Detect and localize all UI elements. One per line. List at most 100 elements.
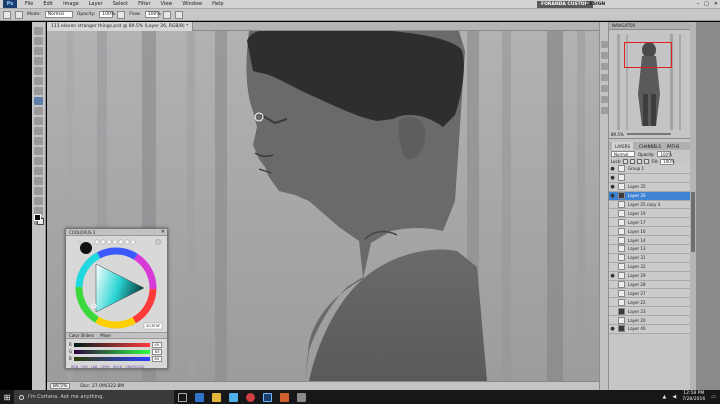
brush-tool-icon[interactable] — [34, 97, 43, 105]
layer-name[interactable]: Layer 28 — [628, 282, 646, 287]
visibility-eye-icon[interactable] — [609, 307, 616, 315]
visibility-eye-icon[interactable]: ● — [609, 192, 616, 200]
layer-blend-mode-select[interactable]: Normal — [611, 151, 635, 157]
store-icon[interactable] — [229, 392, 238, 402]
healing-tool-icon[interactable] — [34, 87, 43, 95]
mode-lab[interactable]: LAB — [91, 365, 97, 369]
layer-name[interactable]: Group 1 — [628, 166, 644, 171]
pressure-size-icon[interactable] — [174, 10, 183, 19]
visibility-eye-icon[interactable] — [609, 201, 616, 209]
task-view-icon[interactable] — [178, 392, 187, 402]
layer-row[interactable]: Layer 32 — [609, 262, 690, 272]
layer-name[interactable]: Layer 23 — [628, 309, 646, 314]
layer-row[interactable]: Layer 28 — [609, 280, 690, 290]
layer-name[interactable]: Layer 19 — [628, 211, 646, 216]
navigator-view-box[interactable] — [624, 42, 672, 68]
layer-name[interactable]: Layer 31 — [628, 255, 646, 260]
layer-name[interactable]: Layer 40 — [628, 326, 646, 331]
layer-thumbnail[interactable] — [618, 325, 625, 333]
mode-select[interactable]: Normal — [44, 11, 73, 18]
photoshop-taskbar-icon[interactable] — [263, 392, 272, 402]
layer-thumbnail[interactable] — [618, 298, 625, 306]
visibility-eye-icon[interactable] — [609, 254, 616, 262]
close-icon[interactable]: ✕ — [161, 229, 165, 235]
visibility-eye-icon[interactable] — [609, 245, 616, 253]
tab-color-sliders[interactable]: Color Sliders — [69, 333, 94, 338]
tab-channels[interactable]: CHANNELS — [639, 144, 661, 149]
menu-help[interactable]: Help — [207, 1, 228, 7]
slider-g[interactable] — [74, 349, 151, 354]
layer-thumbnail[interactable] — [618, 272, 625, 280]
menu-edit[interactable]: Edit — [38, 1, 58, 7]
workspace-design-button[interactable]: DESIGN — [582, 1, 609, 8]
edge-icon[interactable] — [195, 392, 204, 402]
layer-row[interactable]: Layer 27 — [609, 289, 690, 299]
airbrush-icon[interactable] — [162, 10, 171, 19]
volume-icon[interactable]: ◀ — [672, 394, 676, 400]
clone-source-panel-icon[interactable] — [600, 74, 608, 81]
flow-field[interactable]: 100% — [144, 11, 161, 18]
actions-panel-icon[interactable] — [600, 52, 608, 59]
layer-fill-field[interactable]: 100% — [660, 158, 675, 165]
eraser-tool-icon[interactable] — [34, 127, 43, 135]
layer-name[interactable]: Layer 22 — [628, 300, 646, 305]
clock[interactable]: 12:58 PM 7/28/2016 — [682, 391, 705, 403]
brush-preset-icon[interactable] — [3, 10, 11, 19]
layer-name[interactable]: Layer 13 — [628, 246, 646, 251]
close-button[interactable]: ✕ — [714, 1, 718, 7]
menu-image[interactable]: Image — [58, 1, 84, 7]
app-icon[interactable] — [280, 392, 289, 402]
brush-panel-icon[interactable] — [15, 10, 23, 19]
navigator-header[interactable]: NAVIGATOR — [609, 22, 690, 30]
history-panel-icon[interactable] — [600, 41, 608, 48]
lock-all-icon[interactable] — [644, 159, 650, 164]
layer-row[interactable]: ● Layer 35 — [609, 182, 690, 192]
mode-grayscale[interactable]: GRAYSCALE — [125, 365, 144, 369]
quick-select-tool-icon[interactable] — [34, 57, 43, 65]
lock-position-icon[interactable] — [637, 159, 643, 164]
lasso-tool-icon[interactable] — [34, 47, 43, 55]
layer-row[interactable]: Layer 17 — [609, 218, 690, 228]
styles-panel-icon[interactable] — [600, 107, 608, 114]
layer-row[interactable]: ● Group 1 — [609, 165, 690, 174]
lock-transparency-icon[interactable] — [623, 159, 629, 164]
menu-file[interactable]: File — [20, 1, 38, 7]
tab-layers[interactable]: LAYERS — [612, 142, 634, 150]
visibility-eye-icon[interactable]: ● — [609, 165, 616, 173]
visibility-eye-icon[interactable]: ● — [609, 174, 616, 182]
type-tool-icon[interactable] — [34, 177, 43, 185]
layer-name[interactable]: Layer 32 — [628, 264, 646, 269]
start-button[interactable]: ⊞ — [0, 390, 14, 404]
app-icon-2[interactable] — [297, 392, 306, 402]
layer-row[interactable]: Layer 19 — [609, 209, 690, 219]
swatches-panel-icon[interactable] — [600, 85, 608, 92]
color-wheel[interactable] — [66, 236, 167, 332]
slider-b-value[interactable]: 63 — [151, 355, 162, 362]
tab-mixer[interactable]: Mixer — [100, 333, 111, 338]
layer-thumbnail[interactable] — [618, 254, 625, 262]
file-explorer-icon[interactable] — [212, 392, 221, 402]
layer-name[interactable]: Layer 25 copy 4 — [628, 202, 660, 207]
foreground-color-swatch[interactable] — [34, 214, 41, 221]
slider-r-value[interactable]: 45 — [151, 341, 162, 348]
visibility-eye-icon[interactable]: ● — [609, 183, 616, 191]
navigator-zoom-value[interactable]: 89.5% — [611, 132, 624, 137]
layer-thumbnail[interactable] — [618, 192, 625, 200]
notifications-icon[interactable]: ▭ — [711, 394, 716, 400]
layer-row[interactable]: ● Layer 40 — [609, 325, 690, 334]
layer-row[interactable]: ● Layer 26 — [609, 191, 690, 201]
layer-thumbnail[interactable] — [618, 316, 625, 324]
navigator-zoom-slider[interactable] — [626, 133, 671, 135]
layer-name[interactable]: Layer 14 — [628, 238, 646, 243]
layer-row[interactable]: Layer 31 — [609, 253, 690, 263]
slider-g-value[interactable]: 63 — [152, 348, 163, 355]
crop-tool-icon[interactable] — [34, 67, 43, 75]
layer-name[interactable]: Layer 35 — [628, 184, 646, 189]
history-brush-tool-icon[interactable] — [34, 117, 43, 125]
layer-name[interactable]: Layer 26 — [628, 193, 646, 198]
layers-scrollbar[interactable] — [690, 22, 720, 390]
visibility-eye-icon[interactable] — [609, 227, 616, 235]
layer-name[interactable]: Layer 27 — [628, 291, 646, 296]
layer-thumbnail[interactable] — [618, 183, 625, 191]
layer-row[interactable]: Layer 20 — [609, 316, 690, 326]
